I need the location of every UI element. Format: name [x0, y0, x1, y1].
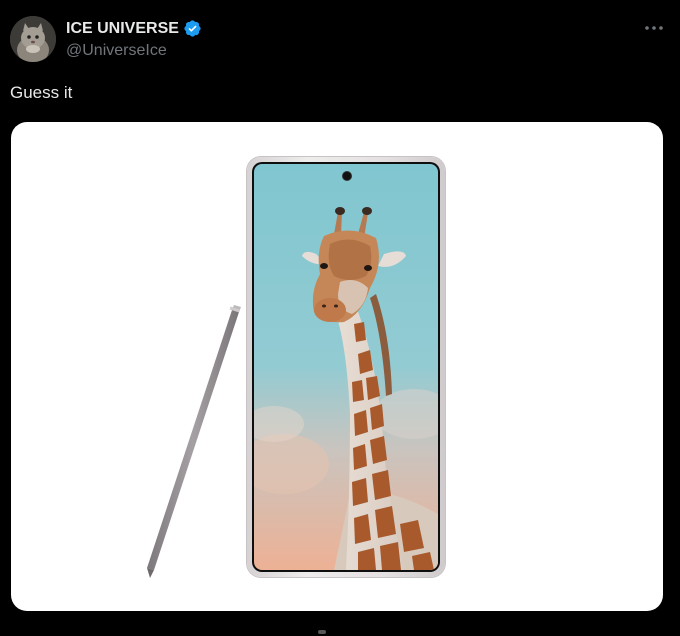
verified-badge-icon[interactable] — [183, 19, 202, 38]
phone-screen-bezel — [252, 162, 440, 572]
tweet: ICE UNIVERSE @UniverseIce Guess it — [0, 0, 680, 636]
tweet-text: Guess it — [10, 83, 73, 102]
more-options-button[interactable] — [640, 18, 668, 38]
display-name[interactable]: ICE UNIVERSE — [66, 20, 179, 38]
tweet-media-image[interactable] — [11, 122, 663, 611]
user-handle[interactable]: @UniverseIce — [66, 42, 167, 60]
giraffe-wallpaper — [254, 164, 438, 570]
front-camera-icon — [343, 172, 351, 180]
cat-avatar-icon — [10, 16, 56, 62]
phone-device — [247, 157, 445, 577]
scroll-hint — [318, 630, 326, 634]
display-name-row: ICE UNIVERSE — [66, 19, 202, 38]
avatar[interactable] — [10, 16, 56, 62]
more-horizontal-icon — [645, 26, 663, 30]
